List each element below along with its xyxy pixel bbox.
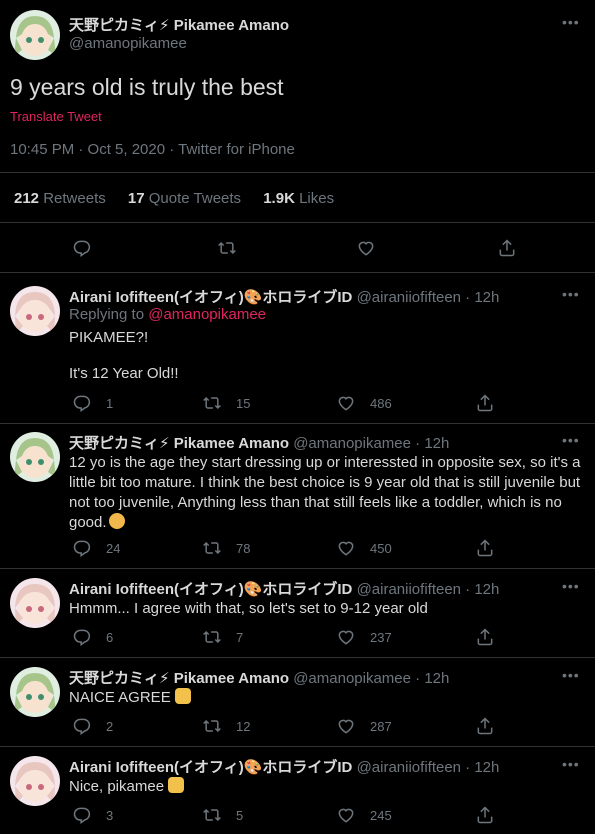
share-button[interactable]	[475, 805, 495, 825]
reply-author[interactable]: 天野ピカミィ⚡ Pikamee Amano @amanopikamee · 12…	[69, 667, 449, 688]
like-button[interactable]: 450	[336, 538, 392, 558]
reply-icon	[72, 393, 92, 413]
share-button[interactable]	[475, 716, 495, 736]
divider	[0, 222, 595, 223]
retweet-icon	[202, 538, 222, 558]
like-button[interactable]: 245	[336, 805, 392, 825]
retweet-icon	[202, 393, 222, 413]
quote-tweets-stat[interactable]: 17 Quote Tweets	[128, 190, 241, 207]
divider	[0, 423, 595, 424]
reply-icon	[72, 716, 92, 736]
retweet-button[interactable]: 12	[202, 716, 250, 736]
reply-author[interactable]: Airani Iofifteen(イオフィ)🎨ホロライブID @airaniio…	[69, 286, 499, 307]
more-icon[interactable]: •••	[562, 14, 580, 30]
like-button[interactable]	[356, 238, 376, 258]
divider	[0, 272, 595, 273]
more-icon[interactable]: •••	[562, 432, 580, 448]
retweet-button[interactable]: 78	[202, 538, 250, 558]
reply-text: 12 yo is the age they start dressing up …	[69, 454, 581, 531]
avatar[interactable]	[10, 10, 60, 60]
reply-button[interactable]: 1	[72, 393, 113, 413]
like-icon	[336, 538, 356, 558]
like-icon	[336, 805, 356, 825]
divider	[0, 568, 595, 569]
reply-text: PIKAMEE?!	[69, 329, 149, 346]
like-icon	[336, 716, 356, 736]
reply-button[interactable]: 2	[72, 716, 113, 736]
author-name[interactable]: 天野ピカミィ⚡ Pikamee Amano	[69, 14, 289, 35]
share-button[interactable]	[475, 627, 495, 647]
tweet-stats: 212 Retweets 17 Quote Tweets 1.9K Likes	[14, 190, 352, 207]
reply-button[interactable]: 24	[72, 538, 120, 558]
share-icon	[497, 238, 517, 258]
like-button[interactable]: 237	[336, 627, 392, 647]
avatar[interactable]	[10, 667, 60, 717]
divider	[0, 172, 595, 173]
thinking-emoji-icon	[108, 513, 125, 529]
reply-text: Nice, pikamee	[69, 777, 584, 797]
avatar[interactable]	[10, 432, 60, 482]
reply-icon	[72, 238, 92, 258]
share-button[interactable]	[475, 393, 495, 413]
reply-button[interactable]: 3	[72, 805, 113, 825]
author-handle[interactable]: @amanopikamee	[69, 35, 187, 52]
more-icon[interactable]: •••	[562, 578, 580, 594]
retweets-stat[interactable]: 212 Retweets	[14, 190, 106, 207]
reply-icon	[72, 627, 92, 647]
reply-text: It's 12 Year Old!!	[69, 365, 179, 382]
clapping-hands-icon	[168, 777, 185, 793]
share-icon	[475, 393, 495, 413]
share-icon	[475, 538, 495, 558]
avatar[interactable]	[10, 286, 60, 336]
reply-author[interactable]: 天野ピカミィ⚡ Pikamee Amano @amanopikamee · 12…	[69, 432, 449, 453]
retweet-button[interactable]	[217, 238, 237, 258]
retweet-icon	[217, 238, 237, 258]
reply-author[interactable]: Airani Iofifteen(イオフィ)🎨ホロライブID @airaniio…	[69, 578, 499, 599]
tweet-meta: 10:45 PM · Oct 5, 2020 · Twitter for iPh…	[10, 141, 295, 158]
mention-link[interactable]: @amanopikamee	[148, 306, 266, 323]
more-icon[interactable]: •••	[562, 756, 580, 772]
avatar[interactable]	[10, 756, 60, 806]
reply-author[interactable]: Airani Iofifteen(イオフィ)🎨ホロライブID @airaniio…	[69, 756, 499, 777]
like-icon	[336, 393, 356, 413]
share-icon	[475, 805, 495, 825]
like-button[interactable]: 486	[336, 393, 392, 413]
retweet-button[interactable]: 5	[202, 805, 243, 825]
retweet-icon	[202, 805, 222, 825]
avatar[interactable]	[10, 578, 60, 628]
more-icon[interactable]: •••	[562, 286, 580, 302]
like-icon	[356, 238, 376, 258]
retweet-icon	[202, 627, 222, 647]
clapping-hands-icon	[174, 688, 191, 704]
replying-to: Replying to @amanopikamee	[69, 306, 267, 323]
likes-stat[interactable]: 1.9K Likes	[263, 190, 334, 207]
reply-button[interactable]: 6	[72, 627, 113, 647]
like-button[interactable]: 287	[336, 716, 392, 736]
share-icon	[475, 627, 495, 647]
retweet-button[interactable]: 15	[202, 393, 250, 413]
reply-text: Hmmm... I agree with that, so let's set …	[69, 600, 428, 617]
share-icon	[475, 716, 495, 736]
more-icon[interactable]: •••	[562, 667, 580, 683]
divider	[0, 657, 595, 658]
share-button[interactable]	[497, 238, 517, 258]
reply-icon	[72, 805, 92, 825]
retweet-button[interactable]: 7	[202, 627, 243, 647]
reply-text: NAICE AGREE	[69, 688, 584, 708]
reply-button[interactable]	[72, 238, 92, 258]
divider	[0, 746, 595, 747]
like-icon	[336, 627, 356, 647]
share-button[interactable]	[475, 538, 495, 558]
translate-tweet-link[interactable]: Translate Tweet	[10, 109, 102, 124]
retweet-icon	[202, 716, 222, 736]
reply-icon	[72, 538, 92, 558]
tweet-text: 9 years old is truly the best	[10, 74, 284, 100]
